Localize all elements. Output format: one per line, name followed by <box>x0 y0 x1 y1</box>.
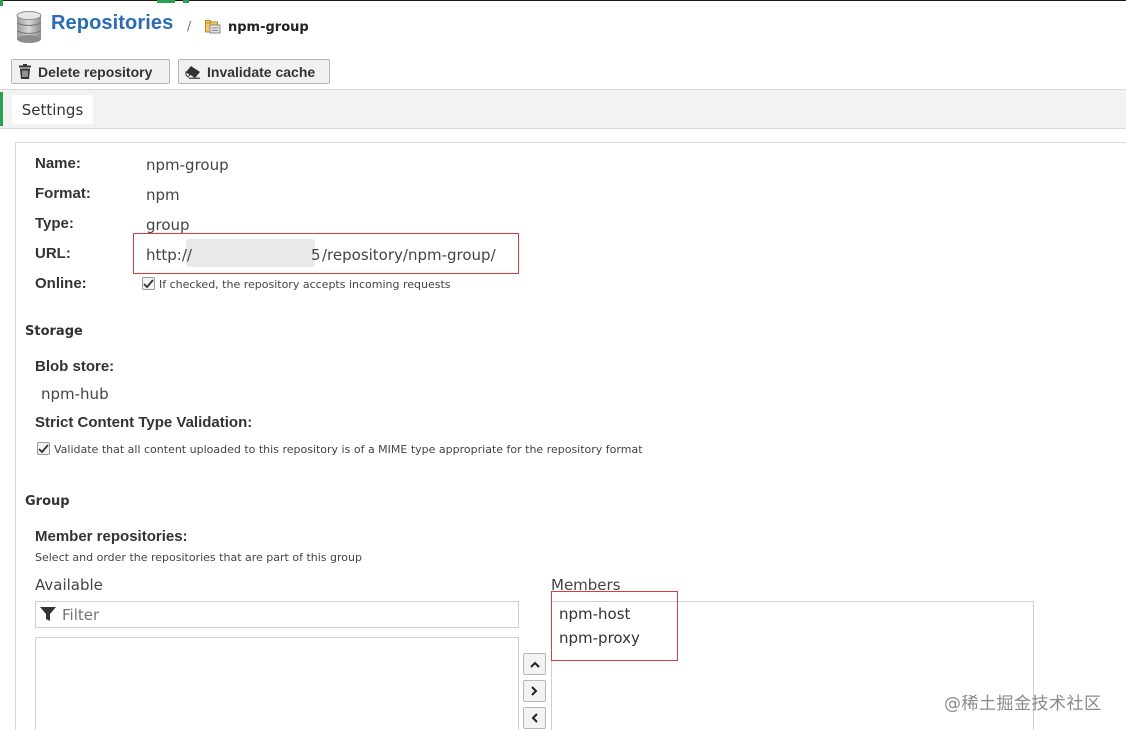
online-label: Online: <box>35 275 87 292</box>
format-label: Format: <box>35 185 91 202</box>
name-value: npm-group <box>146 156 229 174</box>
checkmark-icon <box>38 443 49 453</box>
accent-bar <box>0 92 3 126</box>
member-repositories-help: Select and order the repositories that a… <box>35 551 362 564</box>
name-label: Name: <box>35 155 81 172</box>
breadcrumb-repositories-link[interactable]: Repositories <box>51 12 173 35</box>
online-help-text: If checked, the repository accepts incom… <box>159 278 451 291</box>
chevron-right-icon <box>531 686 538 696</box>
accent-bar <box>157 0 175 3</box>
blob-store-value: npm-hub <box>41 385 109 403</box>
add-member-button[interactable] <box>523 680 546 702</box>
accent-bar <box>183 0 189 3</box>
move-up-button[interactable] <box>523 653 546 675</box>
filter-icon <box>40 607 56 621</box>
invalidate-cache-button[interactable]: Invalidate cache <box>178 59 330 84</box>
strict-validation-help: Validate that all content uploaded to th… <box>54 443 643 456</box>
available-repositories-list[interactable] <box>35 637 519 730</box>
online-checkbox[interactable] <box>142 277 155 290</box>
eraser-icon <box>185 65 200 79</box>
database-icon <box>16 11 42 43</box>
breadcrumb-current-repo: npm-group <box>228 20 309 35</box>
tab-settings[interactable]: Settings <box>12 95 93 124</box>
group-section-title: Group <box>25 494 70 509</box>
chevron-up-icon <box>529 661 540 668</box>
trash-icon <box>19 64 31 79</box>
accent-bar <box>0 0 3 6</box>
breadcrumb-separator: / <box>187 19 192 33</box>
strict-validation-label: Strict Content Type Validation: <box>35 414 253 431</box>
available-filter[interactable] <box>35 601 519 628</box>
members-highlight-box <box>551 591 678 661</box>
remove-member-button[interactable] <box>523 707 546 729</box>
tab-bar <box>0 89 1126 129</box>
available-list-title: Available <box>35 576 103 594</box>
repository-group-icon <box>205 19 221 34</box>
url-label: URL: <box>35 245 71 262</box>
strict-validation-checkbox[interactable] <box>37 442 50 455</box>
checkmark-icon <box>143 278 154 288</box>
url-highlight-box <box>133 233 519 274</box>
member-repositories-label: Member repositories: <box>35 528 188 545</box>
invalidate-cache-label: Invalidate cache <box>207 63 316 80</box>
storage-section-title: Storage <box>25 324 83 339</box>
watermark: @稀土掘金技术社区 <box>944 694 1102 714</box>
format-value: npm <box>146 186 180 204</box>
delete-repository-button[interactable]: Delete repository <box>11 59 170 84</box>
blob-store-label: Blob store: <box>35 358 115 375</box>
filter-input[interactable] <box>62 605 482 624</box>
delete-repository-label: Delete repository <box>38 63 153 80</box>
type-label: Type: <box>35 215 74 232</box>
chevron-left-icon <box>531 713 538 723</box>
type-value: group <box>146 216 190 234</box>
